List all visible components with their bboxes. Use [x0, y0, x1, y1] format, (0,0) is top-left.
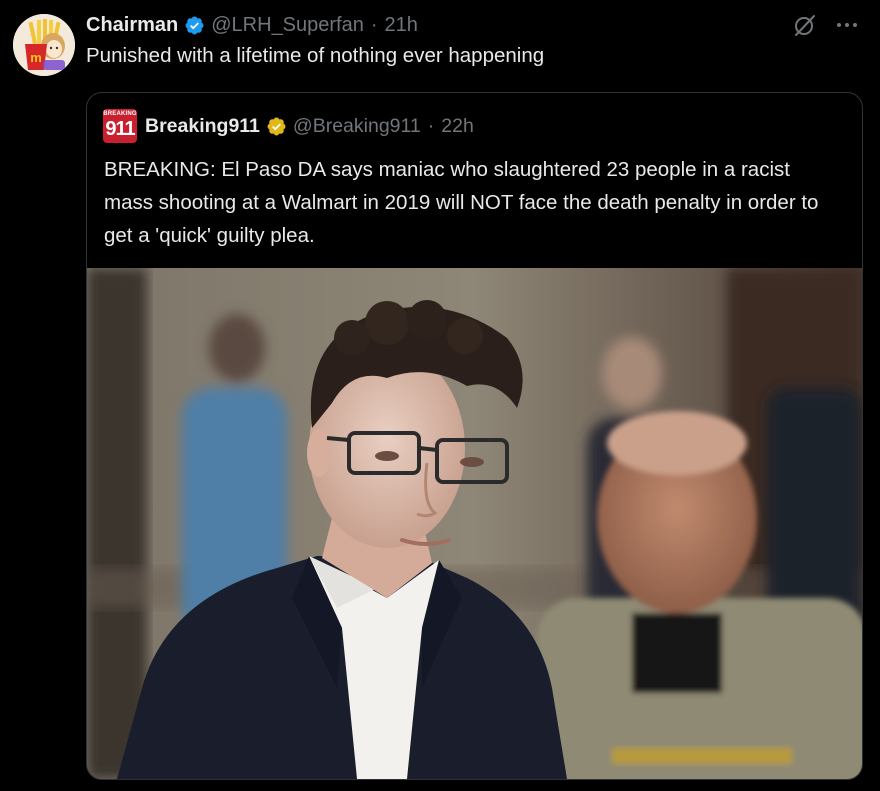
author-handle[interactable]: @LRH_Superfan: [211, 14, 364, 37]
quoted-author-avatar: BREAKING 911: [103, 109, 137, 143]
quoted-tweet-header: BREAKING 911 Breaking911 @Breaking911 · …: [103, 109, 474, 143]
quoted-author-name: Breaking911: [145, 114, 260, 137]
author-name[interactable]: Chairman: [86, 14, 178, 37]
author-avatar[interactable]: m: [13, 14, 75, 76]
avatar-small-text: BREAKING: [103, 111, 137, 117]
gold-verified-badge-icon: [266, 116, 287, 137]
more-icon[interactable]: [834, 12, 860, 38]
separator-dot: ·: [370, 13, 378, 36]
courtroom-photo[interactable]: [87, 268, 862, 779]
separator-dot: ·: [427, 114, 435, 137]
avatar-big-text: 911: [105, 118, 135, 140]
tweet-text: Punished with a lifetime of nothing ever…: [86, 44, 545, 67]
quoted-tweet-card[interactable]: BREAKING 911 Breaking911 @Breaking911 · …: [86, 92, 863, 780]
quoted-author-handle: @Breaking911: [292, 114, 421, 137]
verified-badge-icon[interactable]: [184, 15, 205, 36]
tweet-header: Chairman @LRH_Superfan · 21h: [86, 10, 418, 40]
quoted-tweet-text: BREAKING: El Paso DA says maniac who sla…: [104, 158, 819, 247]
photo-illustration: [87, 268, 862, 779]
svg-text:m: m: [30, 50, 42, 65]
tweet-actions: [792, 12, 860, 38]
grok-icon[interactable]: [792, 12, 818, 38]
fries-mascot-avatar: m: [13, 14, 75, 76]
tweet-time[interactable]: 21h: [385, 14, 418, 37]
quoted-tweet-time: 22h: [441, 114, 474, 137]
